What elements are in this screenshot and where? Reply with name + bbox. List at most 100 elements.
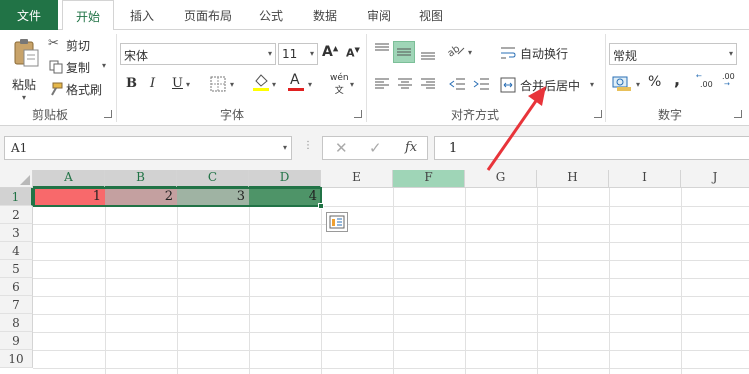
alignment-group-label: 对齐方式 — [450, 108, 499, 122]
column-header-c[interactable]: C — [177, 170, 249, 188]
decrease-decimal-button[interactable]: .00 → — [720, 72, 742, 92]
gridline — [33, 224, 749, 225]
column-header-d[interactable]: D — [249, 170, 321, 188]
copy-button[interactable]: 复制 ▾ — [48, 58, 110, 76]
formula-bar-grip-icon[interactable]: ⋮ — [303, 140, 313, 151]
phonetic-dropdown-icon[interactable]: ▾ — [350, 80, 354, 89]
increase-indent-icon[interactable] — [472, 76, 490, 92]
gridline — [393, 188, 394, 374]
font-size-value: 11 — [282, 47, 298, 61]
gridline — [33, 296, 749, 297]
grow-font-button[interactable]: A▲ — [322, 44, 338, 60]
bold-button[interactable]: B — [126, 76, 137, 91]
comma-button[interactable]: , — [674, 70, 680, 89]
number-launcher-icon[interactable] — [734, 110, 742, 118]
align-right-icon[interactable] — [420, 76, 436, 92]
underline-button[interactable]: U — [172, 76, 183, 91]
accounting-format-icon[interactable] — [612, 74, 634, 92]
worksheet-grid[interactable]: A B C D E F G H I J 1 2 3 4 5 6 7 8 9 10… — [0, 170, 749, 374]
clipboard-launcher-icon[interactable] — [104, 110, 112, 118]
paste-label: 粘贴 — [12, 78, 37, 92]
merge-center-button[interactable]: 合并后居中 ▾ — [500, 75, 602, 95]
row-header-7[interactable]: 7 — [0, 296, 33, 314]
orientation-icon[interactable]: ab — [448, 42, 466, 58]
fill-handle[interactable] — [318, 203, 324, 209]
column-header-i[interactable]: I — [609, 170, 681, 188]
gridline — [33, 368, 749, 369]
column-header-a[interactable]: A — [33, 170, 105, 188]
tab-formula[interactable]: 公式 — [248, 0, 294, 30]
font-color-button[interactable]: A — [288, 72, 304, 92]
column-header-j[interactable]: J — [681, 170, 749, 188]
increase-decimal-button[interactable]: ← .00 — [696, 72, 716, 92]
name-box[interactable]: A1 ▾ — [4, 136, 292, 160]
paste-button[interactable]: 粘贴 ▾ — [6, 36, 46, 104]
italic-button[interactable]: I — [150, 76, 155, 91]
tab-insert[interactable]: 插入 — [118, 0, 166, 30]
gridline — [33, 332, 749, 333]
fill-color-icon[interactable] — [252, 72, 270, 92]
phonetic-button[interactable]: wén 文 — [330, 73, 349, 96]
formula-input[interactable]: 1 — [434, 136, 749, 160]
align-left-icon[interactable] — [374, 76, 390, 92]
clipboard-group-label: 剪贴板 — [31, 108, 68, 122]
quick-analysis-button[interactable] — [326, 212, 348, 232]
cut-button[interactable]: ✂ 剪切 — [48, 36, 108, 54]
row-header-5[interactable]: 5 — [0, 260, 33, 278]
column-header-g[interactable]: G — [465, 170, 537, 188]
format-painter-button[interactable]: 格式刷 — [48, 80, 110, 98]
alignment-launcher-icon[interactable] — [594, 110, 602, 118]
gridline — [33, 350, 749, 351]
align-center-icon[interactable] — [397, 76, 413, 92]
underline-dropdown-icon[interactable]: ▾ — [186, 80, 190, 89]
merge-center-dropdown-icon[interactable]: ▾ — [590, 80, 594, 89]
column-header-h[interactable]: H — [537, 170, 609, 188]
percent-button[interactable]: % — [648, 74, 661, 90]
font-launcher-icon[interactable] — [354, 110, 362, 118]
align-middle-button[interactable] — [393, 41, 415, 63]
gridline — [33, 314, 749, 315]
column-header-f[interactable]: F — [393, 170, 465, 188]
tab-home[interactable]: 开始 — [62, 0, 114, 31]
cancel-icon[interactable]: ✕ — [335, 139, 348, 157]
font-color-icon: A — [290, 72, 300, 88]
tab-page-layout[interactable]: 页面布局 — [172, 0, 244, 30]
row-header-8[interactable]: 8 — [0, 314, 33, 332]
gridline — [321, 188, 322, 374]
column-header-b[interactable]: B — [105, 170, 177, 188]
paste-dropdown-icon[interactable]: ▾ — [22, 93, 26, 102]
scissors-icon: ✂ — [48, 36, 59, 51]
tab-view[interactable]: 视图 — [408, 0, 454, 30]
enter-icon[interactable]: ✓ — [369, 139, 382, 157]
align-bottom-icon[interactable] — [420, 44, 436, 60]
tab-review[interactable]: 审阅 — [356, 0, 402, 30]
font-color-dropdown-icon[interactable]: ▾ — [308, 80, 312, 89]
row-header-9[interactable]: 9 — [0, 332, 33, 350]
number-format-select[interactable]: 常规 ▾ — [609, 43, 737, 65]
row-header-4[interactable]: 4 — [0, 242, 33, 260]
copy-dropdown-icon[interactable]: ▾ — [102, 61, 106, 70]
row-header-2[interactable]: 2 — [0, 206, 33, 224]
select-all-corner[interactable] — [0, 170, 33, 188]
column-header-e[interactable]: E — [321, 170, 393, 188]
font-size-select[interactable]: 11 ▾ — [278, 43, 318, 65]
border-dropdown-icon[interactable]: ▾ — [230, 80, 234, 89]
row-header-3[interactable]: 3 — [0, 224, 33, 242]
row-header-10[interactable]: 10 — [0, 350, 33, 368]
border-icon[interactable] — [210, 76, 226, 92]
tab-file[interactable]: 文件 — [0, 0, 58, 30]
shrink-font-button[interactable]: A▼ — [346, 46, 360, 60]
fill-color-dropdown-icon[interactable]: ▾ — [272, 80, 276, 89]
font-name-select[interactable]: 宋体 ▾ — [120, 43, 276, 65]
wrap-text-button[interactable]: 自动换行 — [500, 43, 580, 63]
decrease-indent-icon[interactable] — [448, 76, 466, 92]
row-header-1[interactable]: 1 — [0, 188, 33, 206]
row-header-6[interactable]: 6 — [0, 278, 33, 296]
number-format-value: 常规 — [613, 49, 638, 63]
divider — [366, 34, 367, 122]
insert-function-icon[interactable]: fx — [405, 140, 417, 155]
orientation-dropdown-icon[interactable]: ▾ — [468, 48, 472, 57]
accounting-dropdown-icon[interactable]: ▾ — [636, 80, 640, 89]
align-top-icon[interactable] — [374, 42, 390, 58]
tab-data[interactable]: 数据 — [302, 0, 348, 30]
